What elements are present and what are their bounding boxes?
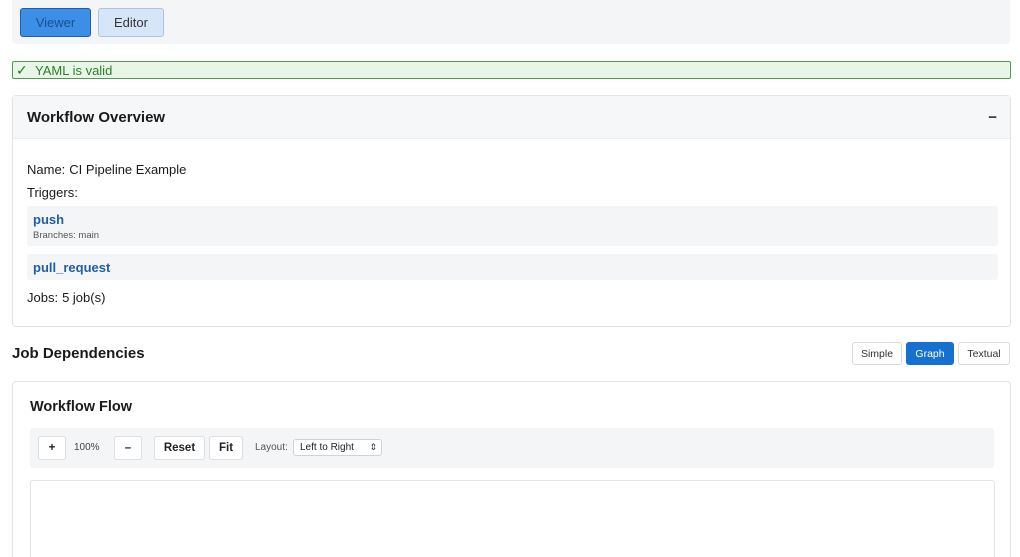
workflow-name-row: Name: CI Pipeline Example [27,162,186,177]
view-graph-button[interactable]: Graph [906,342,954,365]
layout-select-value: Left to Right [300,442,354,453]
triggers-label: Triggers: [27,185,78,200]
overview-title: Workflow Overview [27,108,166,126]
editor-button[interactable]: Editor [98,8,164,37]
jobs-label: Jobs: [27,290,59,305]
chevron-updown-icon: ⇕ [369,442,377,452]
mode-bar: Viewer Editor [12,0,1010,44]
jobs-value: 5 job(s) [62,290,106,305]
zoom-level: 100% [74,442,100,453]
workflow-flow-title: Workflow Flow [30,399,133,415]
workflow-flow-panel: Workflow Flow + 100% – Reset Fit Layout:… [12,381,1011,557]
trigger-name[interactable]: push [33,206,998,227]
trigger-branches: Branches: main [33,230,100,241]
collapse-icon[interactable]: − [988,109,997,126]
fit-button[interactable]: Fit [209,436,243,460]
zoom-out-button[interactable]: – [114,436,142,460]
name-label: Name: [27,162,66,177]
workflow-overview-panel: Workflow Overview − Name: CI Pipeline Exa… [12,95,1011,327]
overview-header[interactable]: Workflow Overview − [13,96,1010,139]
layout-label: Layout: [255,442,288,453]
view-textual-button[interactable]: Textual [958,342,1010,365]
layout-select[interactable]: Left to Right ⇕ [293,439,382,456]
trigger-name[interactable]: pull_request [33,254,998,275]
flow-graph-canvas[interactable] [30,480,995,557]
trigger-item-pull-request: pull_request [27,254,998,280]
name-value: CI Pipeline Example [69,162,187,177]
reset-button[interactable]: Reset [154,436,205,460]
zoom-in-button[interactable]: + [38,436,66,460]
viewer-button[interactable]: Viewer [20,8,91,37]
flow-toolbar: + 100% – Reset Fit Layout: Left to Right… [30,428,994,468]
validation-banner: ✓ YAML is valid [12,61,1011,79]
view-simple-button[interactable]: Simple [852,342,902,365]
trigger-item-push: push Branches: main [27,206,998,246]
job-dependencies-title: Job Dependencies [12,345,145,362]
check-icon: ✓ [16,61,28,78]
jobs-row: Jobs: 5 job(s) [27,290,105,305]
validation-message: YAML is valid [35,62,113,78]
